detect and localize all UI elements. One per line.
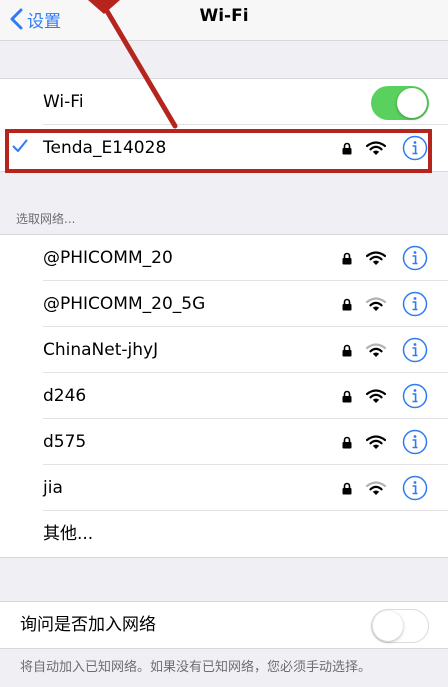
network-name: @PHICOMM_20 [43,248,173,268]
wifi-signal-icon [366,342,386,357]
wifi-signal-icon [366,434,386,449]
ask-to-join-section: 询问是否加入网络 [0,601,448,649]
lock-icon [342,298,352,310]
network-name: Tenda_E14028 [43,138,167,158]
wifi-section: Wi-Fi Tenda_E14028 [0,78,448,172]
network-list: @PHICOMM_20 @PHICOMM_20_5G ChinaNet-jhyJ d2… [0,234,448,558]
other-label: 其他... [43,524,94,544]
network-row[interactable]: d246 [0,373,448,419]
network-icons [342,337,428,363]
wifi-signal-icon [366,140,386,155]
info-icon[interactable] [402,383,428,409]
info-icon[interactable] [402,475,428,501]
network-row[interactable]: ChinaNet-jhyJ [0,327,448,373]
network-name: ChinaNet-jhyJ [43,340,159,360]
lock-icon [342,390,352,402]
network-name: d575 [43,432,87,452]
network-row[interactable]: jia [0,465,448,511]
network-row[interactable]: d575 [0,419,448,465]
lock-icon [342,252,352,264]
lock-icon [342,344,352,356]
network-name: d246 [43,386,87,406]
network-icons [342,475,428,501]
navigation-bar: 设置 Wi-Fi [0,0,448,41]
network-icons [342,383,428,409]
network-row[interactable]: @PHICOMM_20 [0,235,448,281]
lock-icon [342,142,352,154]
ask-to-join-label: 询问是否加入网络 [20,615,156,635]
page-title: Wi-Fi [199,6,249,26]
wifi-toggle[interactable] [371,86,429,120]
wifi-signal-icon [366,388,386,403]
wifi-label: Wi-Fi [43,92,84,112]
network-icons [342,135,428,161]
network-icons [342,245,428,271]
ask-to-join-note: 将自动加入已知网络。如果没有已知网络，您必须手动选择。 [20,660,372,675]
lock-icon [342,482,352,494]
wifi-toggle-row: Wi-Fi [0,79,448,125]
wifi-signal-icon [366,296,386,311]
info-icon[interactable] [402,135,428,161]
network-icons [342,429,428,455]
info-icon[interactable] [402,429,428,455]
info-icon[interactable] [402,245,428,271]
ask-to-join-toggle[interactable] [371,609,429,643]
network-row[interactable]: @PHICOMM_20_5G [0,281,448,327]
wifi-signal-icon [366,250,386,265]
info-icon[interactable] [402,291,428,317]
network-icons [342,291,428,317]
network-name: jia [43,478,63,498]
toggle-knob [373,611,403,641]
ask-to-join-row: 询问是否加入网络 [0,602,448,648]
lock-icon [342,436,352,448]
connected-network-row[interactable]: Tenda_E14028 [0,125,448,171]
wifi-signal-icon [366,480,386,495]
info-icon[interactable] [402,337,428,363]
section-header: 选取网络... [16,212,76,226]
network-name: @PHICOMM_20_5G [43,294,206,314]
toggle-knob [397,88,427,118]
other-network-row[interactable]: 其他... [0,511,448,557]
checkmark-icon [12,139,28,152]
